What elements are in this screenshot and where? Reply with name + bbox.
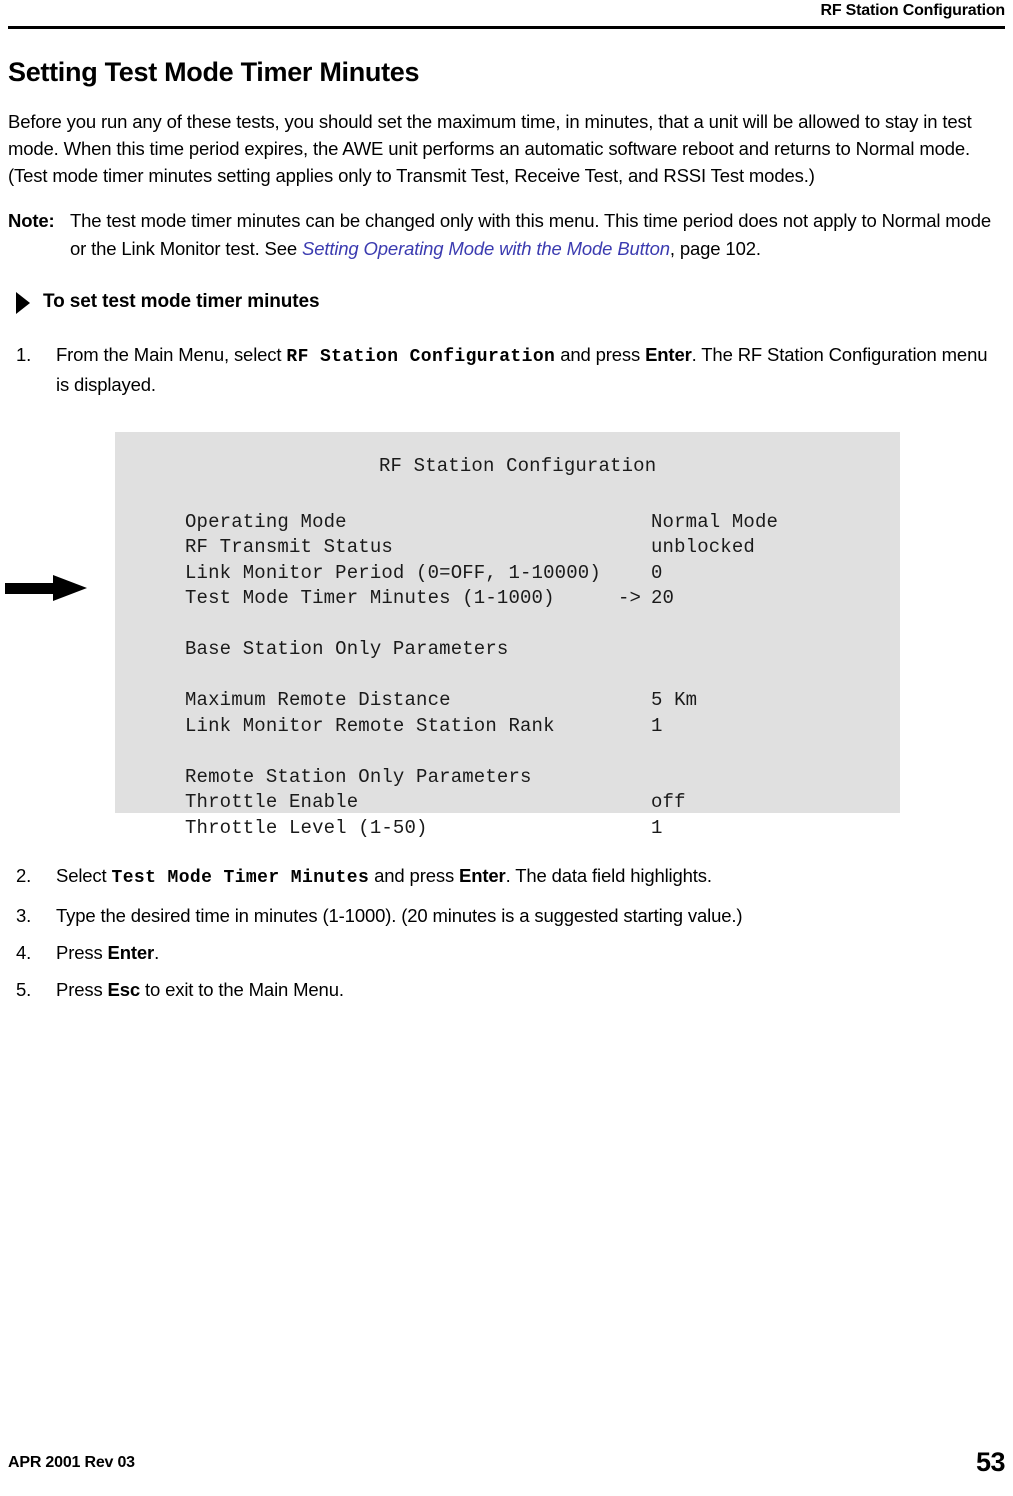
- procedure-steps-part2: 2. Select Test Mode Timer Minutes and pre…: [8, 862, 1005, 1003]
- pointer-arrow-head: [53, 574, 87, 601]
- list-item: 4. Press Enter.: [8, 939, 1005, 966]
- page-content: Setting Test Mode Timer Minutes Before y…: [5, 57, 1005, 1013]
- terminal-row-value: 0: [651, 561, 663, 584]
- step-number: 2.: [16, 864, 32, 886]
- list-item: 2. Select Test Mode Timer Minutes and pre…: [8, 862, 1005, 892]
- terminal-row-label: Throttle Level (1-50): [185, 816, 428, 839]
- step-text-part1: Select: [56, 864, 112, 886]
- terminal-row-label: Link Monitor Period (0=OFF, 1-10000): [185, 561, 601, 584]
- footer-page-number: 53: [975, 1447, 1006, 1477]
- step-text-part3: .: [154, 941, 160, 963]
- step-text-part1: From the Main Menu, select: [56, 343, 287, 365]
- footer-revision: APR 2001 Rev 03: [8, 1454, 135, 1471]
- note-block: Note: The test mode timer minutes can be …: [8, 207, 1005, 263]
- terminal-screenshot-figure: RF Station Configuration Operating Mode …: [5, 431, 1005, 839]
- terminal-row-label: Link Monitor Remote Station Rank: [185, 714, 555, 737]
- terminal-row-value: 1: [651, 816, 663, 839]
- step-text-part3: . The data field highlights.: [505, 864, 712, 886]
- procedure-heading-text: To set test mode timer minutes: [43, 290, 320, 312]
- terminal-row-value: off: [651, 791, 686, 814]
- step-key: Esc: [107, 978, 141, 1000]
- step-text-part1: Press: [56, 978, 108, 1000]
- page-footer: APR 2001 Rev 03 53: [8, 1444, 1006, 1477]
- terminal-row-label-selected: Test Mode Timer Minutes (1-1000): [185, 587, 555, 610]
- terminal-row-label: RF Transmit Status: [185, 536, 393, 559]
- procedure-steps-part1: 1. From the Main Menu, select RF Station …: [8, 341, 1005, 398]
- running-header-title: RF Station Configuration: [820, 2, 1005, 19]
- step-number: 3.: [16, 904, 32, 926]
- step-code: Test Mode Timer Minutes: [111, 867, 370, 888]
- terminal-title: RF Station Configuration: [379, 454, 657, 477]
- page-title: Setting Test Mode Timer Minutes: [8, 57, 420, 87]
- step-text-part2: and press: [369, 864, 460, 886]
- header-divider-rule: [8, 26, 1005, 29]
- pointer-arrow-icon: [5, 574, 87, 601]
- step-number: 1.: [16, 343, 32, 365]
- terminal-row-label: Operating Mode: [185, 510, 347, 533]
- terminal-screen-content: RF Station Configuration Operating Mode …: [115, 432, 900, 839]
- note-text-after-link: , page 102.: [669, 237, 761, 259]
- step-key: Enter: [459, 864, 506, 886]
- intro-paragraph: Before you run any of these tests, you s…: [8, 110, 972, 186]
- terminal-selection-marker: ->: [618, 587, 642, 610]
- terminal-row-value: 1: [651, 714, 663, 737]
- step-text-part1: Type the desired time in minutes (1-1000…: [56, 904, 743, 926]
- step-text-part2: and press: [555, 343, 646, 365]
- list-item: 5. Press Esc to exit to the Main Menu.: [8, 976, 1005, 1003]
- list-item: 3. Type the desired time in minutes (1-10…: [8, 902, 1005, 929]
- terminal-row-label: Base Station Only Parameters: [185, 638, 509, 661]
- step-number: 5.: [16, 978, 32, 1000]
- terminal-row-value: unblocked: [651, 536, 755, 559]
- note-label: Note:: [8, 209, 55, 231]
- terminal-screen: RF Station Configuration Operating Mode …: [115, 431, 900, 839]
- step-number: 4.: [16, 941, 32, 963]
- pointer-arrow-shaft: [5, 582, 57, 594]
- terminal-row-value: Normal Mode: [651, 510, 779, 533]
- triangle-bullet-icon: [16, 291, 30, 314]
- step-text-part1: Press: [56, 941, 108, 963]
- terminal-row-value-selected: 20: [651, 587, 675, 610]
- step-code: RF Station Configuration: [286, 346, 556, 367]
- procedure-heading: To set test mode timer minutes: [8, 291, 1005, 315]
- document-page: RF Station Configuration Setting Test Mo…: [0, 0, 1013, 1496]
- cross-reference-link[interactable]: Setting Operating Mode with the Mode But…: [302, 238, 670, 259]
- step-text-part3: to exit to the Main Menu.: [140, 978, 344, 1000]
- terminal-row-label: Throttle Enable: [185, 791, 359, 814]
- terminal-row-value: 5 Km: [651, 689, 698, 712]
- step-key: Enter: [645, 343, 692, 365]
- step-key: Enter: [107, 941, 155, 963]
- terminal-row-label: Remote Station Only Parameters: [185, 765, 532, 788]
- terminal-row-label: Maximum Remote Distance: [185, 689, 451, 712]
- list-item: 1. From the Main Menu, select RF Station …: [8, 341, 1005, 398]
